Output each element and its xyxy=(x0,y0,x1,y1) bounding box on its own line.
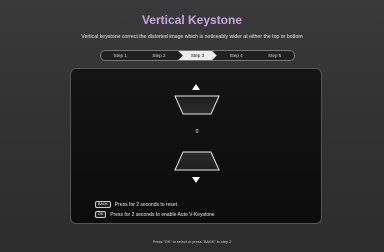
step-2[interactable]: Step 2 xyxy=(140,51,179,60)
page-title: Vertical Keystone xyxy=(141,13,243,27)
ok-key-icon: OK xyxy=(95,211,107,218)
auto-keystone-hint-text: Press for 2 seconds to enable Auto V-Key… xyxy=(110,211,215,218)
step-5[interactable]: Step 5 xyxy=(255,51,294,60)
step-1[interactable]: Step 1 xyxy=(101,51,140,60)
footer-instructions: Press "OK" to select or press "BACK" to … xyxy=(152,240,232,244)
keystone-panel: 0 BACK Press for 2 seconds to reset OK P… xyxy=(70,68,322,224)
back-key-icon: BACK xyxy=(95,201,111,208)
arrow-up-icon[interactable] xyxy=(192,84,200,90)
arrow-down-icon[interactable] xyxy=(192,177,200,183)
page-subtitle: Vertical keystone correct the distorted … xyxy=(81,34,303,40)
keystone-bottom-wide-icon[interactable] xyxy=(174,151,220,171)
step-3-active[interactable]: Step 3 xyxy=(178,51,217,60)
step-progress-bar: Step 1 Step 2 Step 3 Step 4 Step 5 xyxy=(100,50,295,61)
keystone-value: 0 xyxy=(195,129,199,135)
step-4[interactable]: Step 4 xyxy=(217,51,256,60)
auto-keystone-hint: OK Press for 2 seconds to enable Auto V-… xyxy=(95,211,215,218)
reset-hint-text: Press for 2 seconds to reset xyxy=(114,201,178,208)
reset-hint: BACK Press for 2 seconds to reset xyxy=(95,201,177,208)
keystone-top-wide-icon[interactable] xyxy=(174,95,220,115)
